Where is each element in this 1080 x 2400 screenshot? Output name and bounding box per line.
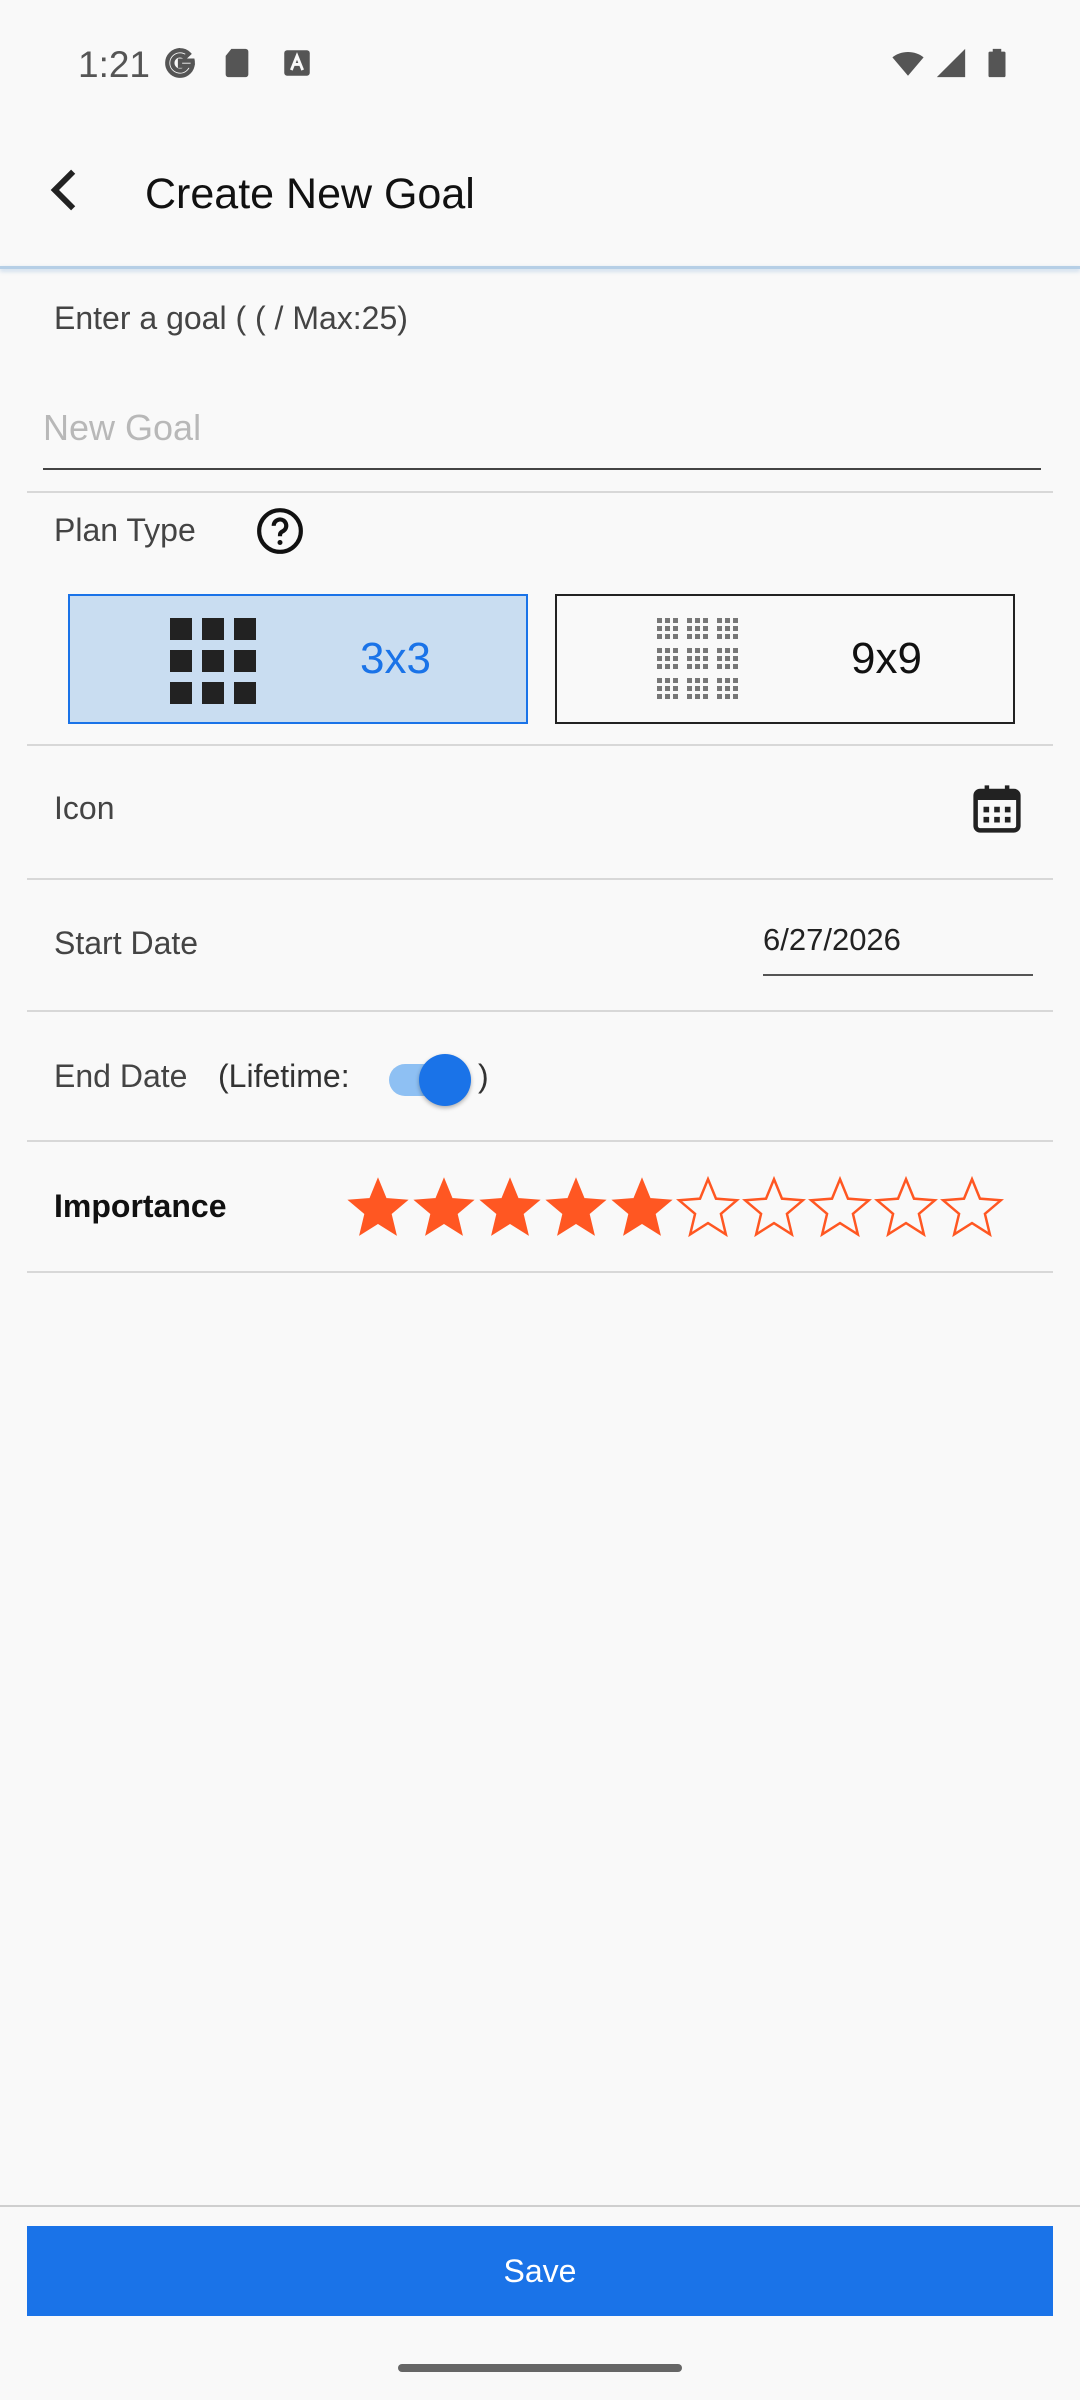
- start-date-label: Start Date: [54, 925, 199, 961]
- star-empty-icon[interactable]: [807, 1170, 873, 1246]
- importance-rating[interactable]: [345, 1170, 1005, 1246]
- goal-label: Enter a goal ( ( / Max:25): [54, 300, 408, 336]
- divider: [27, 491, 1053, 493]
- divider: [27, 1010, 1053, 1012]
- calendar-icon[interactable]: [970, 782, 1024, 836]
- plan-option-9x9[interactable]: 9x9: [555, 594, 1015, 724]
- divider: [27, 1271, 1053, 1273]
- icon-label: Icon: [54, 790, 115, 826]
- sd-card-icon: [225, 48, 249, 78]
- plan-option-3x3-label: 3x3: [360, 634, 431, 683]
- end-date-label: End Date: [54, 1058, 188, 1094]
- lifetime-close-paren: ): [478, 1058, 489, 1094]
- start-date-field[interactable]: 6/27/2026: [763, 922, 1033, 976]
- signal-icon: [936, 48, 966, 78]
- save-button[interactable]: Save: [27, 2226, 1053, 2316]
- page-title: Create New Goal: [145, 170, 475, 218]
- star-filled-icon[interactable]: [609, 1170, 675, 1246]
- plan-type-label: Plan Type: [54, 512, 196, 548]
- star-empty-icon[interactable]: [675, 1170, 741, 1246]
- divider: [27, 744, 1053, 746]
- home-indicator: [398, 2364, 682, 2372]
- app-bar-divider: [0, 266, 1080, 269]
- back-arrow-icon: [50, 169, 76, 211]
- wifi-icon: [892, 52, 924, 76]
- battery-icon: [988, 48, 1006, 78]
- star-filled-icon[interactable]: [345, 1170, 411, 1246]
- bottom-divider: [0, 2205, 1080, 2207]
- star-empty-icon[interactable]: [873, 1170, 939, 1246]
- grid-9x9-icon: [655, 616, 745, 706]
- star-filled-icon[interactable]: [543, 1170, 609, 1246]
- star-empty-icon[interactable]: [939, 1170, 1005, 1246]
- help-circle-icon[interactable]: [255, 506, 305, 556]
- lifetime-label: (Lifetime:: [218, 1058, 350, 1094]
- back-button[interactable]: [24, 150, 104, 230]
- divider: [27, 878, 1053, 880]
- grid-3x3-icon: [170, 618, 256, 704]
- star-filled-icon[interactable]: [411, 1170, 477, 1246]
- star-empty-icon[interactable]: [741, 1170, 807, 1246]
- toggle-thumb: [419, 1054, 471, 1106]
- star-filled-icon[interactable]: [477, 1170, 543, 1246]
- importance-label: Importance: [54, 1188, 227, 1224]
- lifetime-toggle[interactable]: [385, 1052, 471, 1106]
- status-time: 1:21: [78, 44, 151, 85]
- goal-input[interactable]: [43, 388, 1041, 470]
- plan-option-3x3[interactable]: 3x3: [68, 594, 528, 724]
- plan-option-9x9-label: 9x9: [851, 634, 922, 683]
- google-icon: [165, 48, 196, 78]
- divider: [27, 1140, 1053, 1142]
- a-icon: [284, 50, 310, 76]
